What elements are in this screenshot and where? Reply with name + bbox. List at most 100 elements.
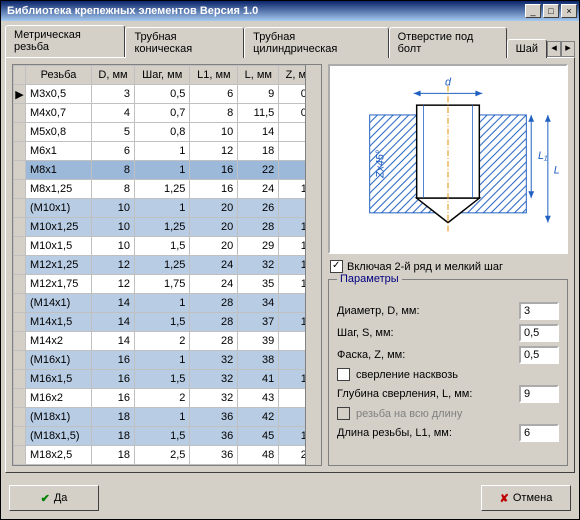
cell[interactable]: 24: [190, 275, 238, 294]
tab-scroll-right[interactable]: ▸: [561, 41, 575, 57]
table-row[interactable]: M4x0,740,7811,50,5: [14, 104, 321, 123]
cell[interactable]: 26: [238, 199, 279, 218]
cell[interactable]: M10x1,5: [26, 237, 92, 256]
tab-washer[interactable]: Шай: [507, 39, 547, 58]
cell[interactable]: (M10x1): [26, 199, 92, 218]
maximize-button[interactable]: □: [543, 4, 559, 18]
table-row[interactable]: M8x1,2581,2516241,6: [14, 180, 321, 199]
cell[interactable]: 1,25: [135, 180, 190, 199]
cell[interactable]: 0,5: [135, 85, 190, 104]
chamfer-input[interactable]: 0,5: [519, 346, 559, 364]
cell[interactable]: 12: [91, 275, 134, 294]
cell[interactable]: 28: [190, 294, 238, 313]
threadlen-input[interactable]: 6: [519, 424, 559, 442]
through-checkbox[interactable]: [337, 368, 350, 381]
table-row[interactable]: M16x216232432: [14, 389, 321, 408]
table-row[interactable]: (M14x1)14128341: [14, 294, 321, 313]
cell[interactable]: 1: [135, 199, 190, 218]
cell[interactable]: M3x0,5: [26, 85, 92, 104]
cell[interactable]: 1,5: [135, 370, 190, 389]
tab-pipe-cylindrical[interactable]: Трубная цилиндрическая: [244, 27, 389, 58]
cell[interactable]: 36: [190, 446, 238, 465]
cell[interactable]: 34: [238, 294, 279, 313]
cell[interactable]: (M14x1): [26, 294, 92, 313]
cell[interactable]: 8: [91, 180, 134, 199]
cell[interactable]: 1: [135, 294, 190, 313]
cell[interactable]: M12x1,75: [26, 275, 92, 294]
cell[interactable]: M8x1: [26, 161, 92, 180]
pitch-input[interactable]: 0,5: [519, 324, 559, 342]
cell[interactable]: 2,5: [135, 446, 190, 465]
table-row[interactable]: ▶M3x0,530,5690,5: [14, 85, 321, 104]
table-row[interactable]: M12x1,25121,2524321,6: [14, 256, 321, 275]
minimize-button[interactable]: _: [525, 4, 541, 18]
cell[interactable]: 11,5: [238, 104, 279, 123]
cell[interactable]: 43: [238, 389, 279, 408]
cell[interactable]: 16: [91, 351, 134, 370]
cell[interactable]: 36: [190, 427, 238, 446]
cell[interactable]: 0,8: [135, 123, 190, 142]
cell[interactable]: M16x1,5: [26, 370, 92, 389]
cell[interactable]: 4: [91, 104, 134, 123]
col-l1[interactable]: L1, мм: [190, 66, 238, 85]
cell[interactable]: 1: [135, 161, 190, 180]
cell[interactable]: 10: [91, 218, 134, 237]
cell[interactable]: 32: [190, 351, 238, 370]
cell[interactable]: 1,25: [135, 218, 190, 237]
cell[interactable]: 16: [190, 161, 238, 180]
cell[interactable]: 16: [91, 370, 134, 389]
cell[interactable]: 24: [238, 180, 279, 199]
cell[interactable]: 8: [190, 104, 238, 123]
tab-pipe-conical[interactable]: Трубная коническая: [125, 27, 244, 58]
table-scrollbar[interactable]: [305, 65, 321, 465]
cell[interactable]: 45: [238, 427, 279, 446]
thread-table[interactable]: Резьба D, мм Шаг, мм L1, мм L, мм Z, мм …: [12, 64, 322, 466]
cell[interactable]: 3: [91, 85, 134, 104]
tab-bolt-hole[interactable]: Отверстие под болт: [389, 27, 507, 58]
cell[interactable]: 5: [91, 123, 134, 142]
table-row[interactable]: (M18x1)18136421: [14, 408, 321, 427]
ok-button[interactable]: ✔ Да: [9, 485, 99, 511]
table-row[interactable]: (M18x1,5)181,536451,6: [14, 427, 321, 446]
cell[interactable]: 28: [190, 332, 238, 351]
cell[interactable]: 18: [91, 408, 134, 427]
cell[interactable]: 48: [238, 446, 279, 465]
cell[interactable]: M14x1,5: [26, 313, 92, 332]
cell[interactable]: 32: [190, 389, 238, 408]
cell[interactable]: 0,7: [135, 104, 190, 123]
table-row[interactable]: (M10x1)10120261: [14, 199, 321, 218]
cell[interactable]: 1,5: [135, 237, 190, 256]
cell[interactable]: 20: [190, 199, 238, 218]
cell[interactable]: M14x2: [26, 332, 92, 351]
close-button[interactable]: ×: [561, 4, 577, 18]
table-row[interactable]: M14x1,5141,528371,6: [14, 313, 321, 332]
cell[interactable]: (M16x1): [26, 351, 92, 370]
cell[interactable]: 2: [135, 389, 190, 408]
cell[interactable]: 18: [91, 427, 134, 446]
cell[interactable]: M6x1: [26, 142, 92, 161]
cancel-button[interactable]: ✘ Отмена: [481, 485, 571, 511]
cell[interactable]: 12: [190, 142, 238, 161]
cell[interactable]: 10: [91, 199, 134, 218]
cell[interactable]: 6: [91, 142, 134, 161]
cell[interactable]: (M18x1): [26, 408, 92, 427]
cell[interactable]: 1,75: [135, 275, 190, 294]
cell[interactable]: M8x1,25: [26, 180, 92, 199]
cell[interactable]: 9: [238, 85, 279, 104]
table-row[interactable]: M10x1,5101,520291,6: [14, 237, 321, 256]
table-row[interactable]: M6x16112181: [14, 142, 321, 161]
cell[interactable]: 10: [190, 123, 238, 142]
cell[interactable]: 1,25: [135, 256, 190, 275]
col-pitch[interactable]: Шаг, мм: [135, 66, 190, 85]
col-thread[interactable]: Резьба: [26, 66, 92, 85]
cell[interactable]: 32: [190, 370, 238, 389]
include-checkbox[interactable]: [330, 260, 343, 273]
cell[interactable]: 38: [238, 351, 279, 370]
cell[interactable]: 24: [190, 256, 238, 275]
cell[interactable]: M10x1,25: [26, 218, 92, 237]
table-row[interactable]: (M16x1)16132381: [14, 351, 321, 370]
table-row[interactable]: M8x18116221: [14, 161, 321, 180]
cell[interactable]: 18: [91, 446, 134, 465]
cell[interactable]: 37: [238, 313, 279, 332]
cell[interactable]: (M18x1,5): [26, 427, 92, 446]
